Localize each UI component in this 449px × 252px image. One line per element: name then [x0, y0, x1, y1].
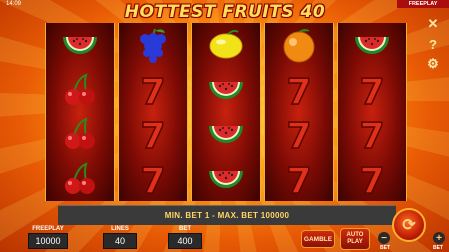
spin-button[interactable]: ⟳	[392, 208, 426, 242]
seven-symbol: 7	[338, 112, 406, 157]
seven-symbol: 7	[119, 112, 187, 157]
svg-text:7: 7	[286, 72, 311, 110]
lemon-symbol	[192, 23, 260, 68]
reel-5: 7 7 7	[337, 23, 407, 201]
watermelon-symbol	[338, 23, 406, 68]
freeplay-balance: FREEPLAY 10000	[28, 226, 68, 249]
bet-decrease-button[interactable]: −	[378, 232, 390, 244]
bet-decrease-label: BET	[380, 245, 390, 251]
side-menu: ✕ ? ⚙	[425, 16, 441, 76]
svg-text:7: 7	[286, 116, 311, 154]
cherry-symbol	[46, 157, 114, 202]
reel-4: 7 7 7	[264, 23, 334, 201]
cherry-symbol	[46, 68, 114, 113]
bet-increase-label: BET	[433, 245, 443, 251]
watermelon-symbol	[192, 68, 260, 113]
watermelon-symbol	[192, 112, 260, 157]
freeplay-tag: FREEPLAY	[397, 0, 449, 8]
svg-text:7: 7	[359, 72, 384, 110]
freeplay-label: FREEPLAY	[32, 226, 64, 232]
reel-1	[45, 23, 115, 201]
autoplay-button[interactable]: AUTO PLAY	[340, 228, 370, 250]
gamble-button[interactable]: GAMBLE	[301, 230, 335, 248]
seven-symbol: 7	[338, 157, 406, 202]
svg-text:7: 7	[140, 72, 165, 110]
lines-value[interactable]: 40	[103, 233, 137, 249]
bet-label: BET	[179, 226, 191, 232]
seven-symbol: 7	[265, 112, 333, 157]
bet-value[interactable]: 400	[168, 233, 202, 249]
svg-text:7: 7	[359, 161, 384, 199]
bet-increase-button[interactable]: +	[433, 232, 445, 244]
bet-field: BET 400	[168, 226, 202, 249]
lines-label: LINES	[111, 226, 129, 232]
svg-text:7: 7	[140, 161, 165, 199]
reel-3	[191, 23, 261, 201]
seven-symbol: 7	[119, 157, 187, 202]
spin-icon: ⟳	[402, 217, 416, 234]
close-icon[interactable]: ✕	[425, 16, 441, 32]
message-bar: MIN. BET 1 - MAX. BET 100000	[58, 205, 396, 225]
svg-text:7: 7	[140, 116, 165, 154]
help-icon[interactable]: ?	[425, 36, 441, 52]
seven-symbol: 7	[265, 68, 333, 113]
bet-limits-message: MIN. BET 1 - MAX. BET 100000	[164, 211, 290, 220]
orange-symbol	[265, 23, 333, 68]
control-bar: FREEPLAY 10000 LINES 40 BET 400 GAMBLE A…	[0, 226, 449, 252]
svg-text:7: 7	[286, 161, 311, 199]
watermelon-symbol	[192, 157, 260, 202]
lines-field: LINES 40	[103, 226, 137, 249]
seven-symbol: 7	[338, 68, 406, 113]
cherry-symbol	[46, 112, 114, 157]
reel-2: 7 7 7	[118, 23, 188, 201]
seven-symbol: 7	[119, 68, 187, 113]
svg-text:7: 7	[359, 116, 384, 154]
settings-icon[interactable]: ⚙	[425, 56, 441, 72]
seven-symbol: 7	[265, 157, 333, 202]
clock: 14:09	[6, 1, 22, 7]
freeplay-value: 10000	[28, 233, 68, 249]
grapes-symbol	[119, 23, 187, 68]
game-title: HOTTEST FRUITS 40	[124, 2, 326, 22]
watermelon-symbol	[46, 23, 114, 68]
reel-area: 7 7 7 7 7 7 7 7 7	[45, 23, 407, 201]
